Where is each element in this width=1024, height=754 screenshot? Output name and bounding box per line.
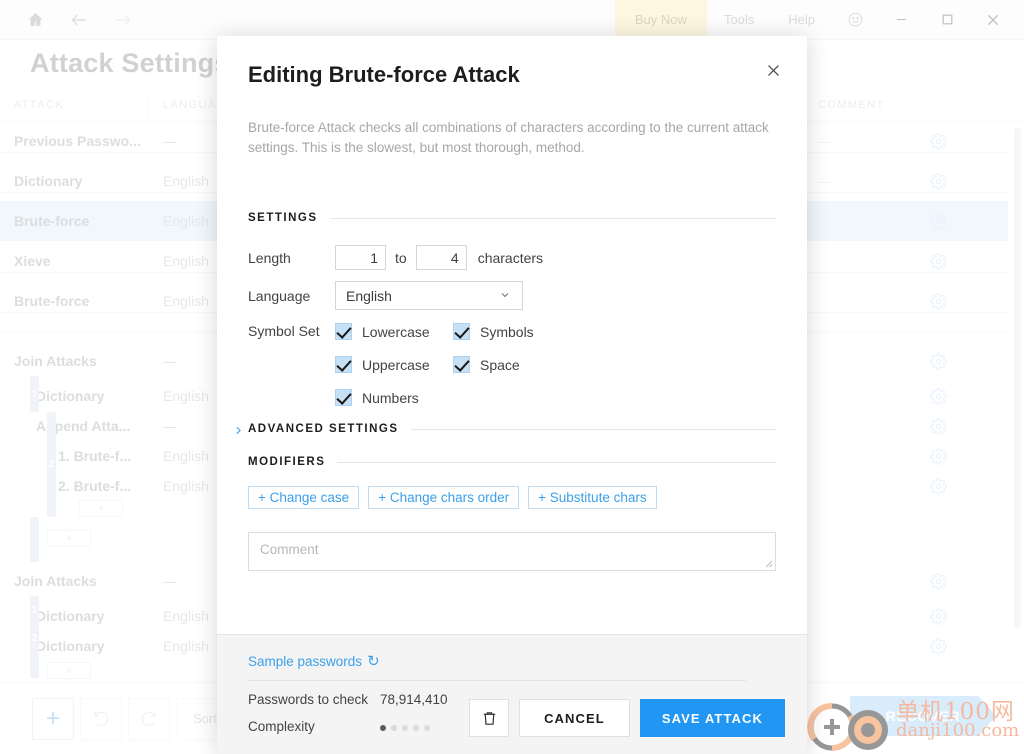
sample-passwords-label: Sample passwords: [248, 653, 363, 669]
comment-textarea[interactable]: Comment: [248, 532, 776, 571]
checkbox-icon[interactable]: [453, 356, 470, 373]
checkbox-label: Numbers: [362, 389, 419, 406]
complexity-label: Complexity: [248, 719, 315, 734]
length-label: Length: [248, 249, 291, 266]
section-rule: [337, 461, 776, 463]
save-attack-button[interactable]: SAVE ATTACK: [639, 699, 785, 737]
checkbox-label: Lowercase: [362, 323, 430, 340]
checkbox-label: Uppercase: [362, 356, 430, 373]
complexity-meter: [380, 725, 430, 731]
length-suffix-label: characters: [477, 249, 544, 266]
checkbox-icon[interactable]: [335, 389, 352, 406]
edit-attack-dialog: Editing Brute-force Attack Brute-force A…: [217, 36, 807, 754]
dialog-title: Editing Brute-force Attack: [248, 62, 520, 87]
section-settings-label: SETTINGS: [248, 212, 318, 224]
language-label: Language: [248, 287, 311, 304]
symbol-set-row: Symbol Set Lowercase Symbols Uppercase Spac…: [248, 323, 534, 406]
checkbox-icon[interactable]: [335, 323, 352, 340]
length-row: Length to characters: [248, 245, 543, 270]
modifier-button[interactable]: + Change chars order: [368, 486, 520, 509]
chevron-right-icon: [232, 424, 245, 440]
dialog-close-icon[interactable]: [758, 55, 788, 85]
length-to-label: to: [395, 249, 407, 266]
refresh-icon[interactable]: ↻: [367, 652, 380, 670]
delete-attack-button[interactable]: [469, 699, 510, 737]
length-min-input[interactable]: [335, 245, 386, 270]
complexity-dot: [424, 725, 430, 731]
symbol-set-options: Lowercase Symbols Uppercase Space Numbers: [335, 323, 534, 406]
section-rule: [410, 428, 776, 430]
passwords-to-check-label: Passwords to check: [248, 692, 369, 707]
checkbox-icon[interactable]: [335, 356, 352, 373]
complexity-dot: [380, 725, 386, 731]
modifier-button[interactable]: + Substitute chars: [528, 486, 657, 509]
modifier-buttons: + Change case + Change chars order + Subst…: [248, 486, 657, 509]
checkbox-icon[interactable]: [453, 323, 470, 340]
language-row: Language English: [248, 281, 523, 310]
section-settings: SETTINGS: [248, 212, 776, 224]
complexity-dot: [413, 725, 419, 731]
dialog-actions: CANCEL SAVE ATTACK: [469, 699, 785, 737]
chevron-down-icon: [499, 289, 511, 304]
checkbox-uppercase[interactable]: Uppercase: [335, 356, 453, 373]
checkbox-label: Symbols: [480, 323, 534, 340]
resize-grip-icon[interactable]: [763, 558, 773, 568]
complexity-dot: [402, 725, 408, 731]
section-advanced-label: ADVANCED SETTINGS: [248, 423, 399, 435]
cancel-button[interactable]: CANCEL: [519, 699, 630, 737]
checkbox-symbols[interactable]: Symbols: [453, 323, 534, 340]
modifier-button[interactable]: + Change case: [248, 486, 360, 509]
checkbox-space[interactable]: Space: [453, 356, 534, 373]
checkbox-label: Space: [480, 356, 520, 373]
dialog-footer: Sample passwords ↻ Passwords to check 78…: [217, 634, 807, 754]
checkbox-lowercase[interactable]: Lowercase: [335, 323, 453, 340]
length-max-input[interactable]: [415, 245, 467, 270]
complexity-dot: [391, 725, 397, 731]
comment-placeholder: Comment: [260, 542, 319, 557]
footer-divider: [248, 680, 746, 681]
app-window: Buy Now Tools Help Attack Settings: [0, 0, 1024, 754]
passwords-to-check-value: 78,914,410: [380, 692, 448, 707]
section-modifiers: MODIFIERS: [248, 456, 776, 468]
section-modifiers-label: MODIFIERS: [248, 456, 326, 468]
section-advanced-settings[interactable]: ADVANCED SETTINGS: [236, 423, 776, 435]
section-rule: [329, 217, 776, 219]
dialog-description: Brute-force Attack checks all combinatio…: [248, 120, 769, 155]
symbol-set-label: Symbol Set: [248, 323, 320, 339]
dialog-body: Editing Brute-force Attack Brute-force A…: [217, 36, 807, 634]
language-select[interactable]: English: [335, 281, 523, 310]
language-select-value: English: [346, 287, 392, 304]
checkbox-numbers[interactable]: Numbers: [335, 389, 453, 406]
sample-passwords-link[interactable]: Sample passwords ↻: [248, 652, 380, 670]
